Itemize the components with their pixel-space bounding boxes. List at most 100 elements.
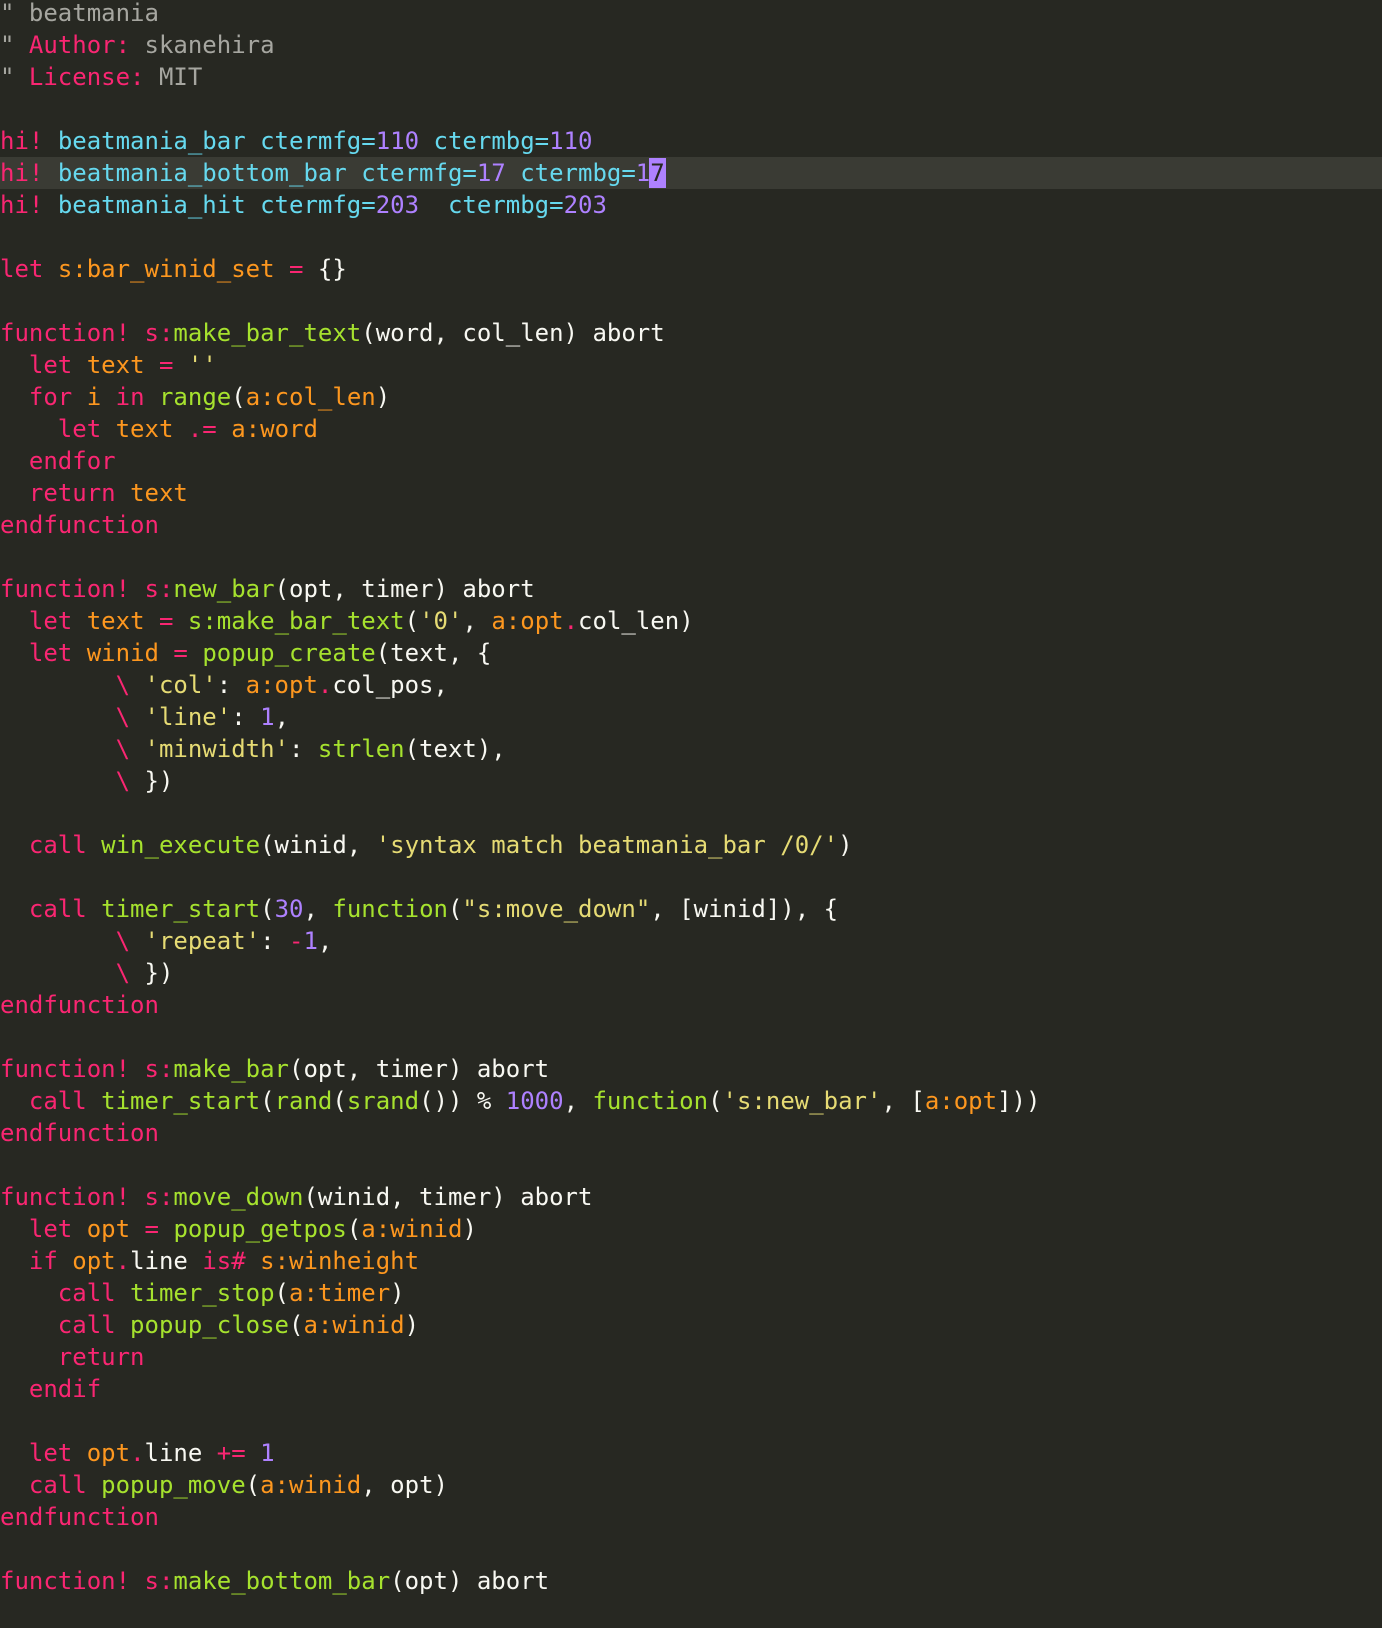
code-line[interactable]: let s:bar_winid_set = {}	[0, 253, 1382, 285]
code-token: s:	[144, 1183, 174, 1211]
code-line[interactable]: call timer_stop(a:timer)	[0, 1277, 1382, 1309]
code-line[interactable]	[0, 1149, 1382, 1181]
code-token: skanehira	[130, 31, 275, 59]
code-line[interactable]: call timer_start(30, function("s:move_do…	[0, 893, 1382, 925]
code-token: .	[115, 1247, 131, 1275]
code-token: ctermbg=	[505, 159, 636, 187]
code-line[interactable]	[0, 93, 1382, 125]
code-line[interactable]: \ })	[0, 765, 1382, 797]
code-line[interactable]	[0, 221, 1382, 253]
code-line[interactable]: endfunction	[0, 509, 1382, 541]
code-line[interactable]: if opt.line is# s:winheight	[0, 1245, 1382, 1277]
code-token: -	[289, 927, 304, 955]
code-line[interactable]: let winid = popup_create(text, {	[0, 637, 1382, 669]
code-token: Author:	[28, 31, 131, 59]
code-line[interactable]: function! s:make_bar_text(word, col_len)…	[0, 317, 1382, 349]
code-line[interactable]: endfunction	[0, 989, 1382, 1021]
code-line[interactable]	[0, 1021, 1382, 1053]
code-line[interactable]: endfor	[0, 445, 1382, 477]
code-line[interactable]: let text = ''	[0, 349, 1382, 381]
code-token: opt	[86, 1439, 131, 1467]
code-token: s:	[144, 1055, 174, 1083]
code-line[interactable]: call timer_start(rand(srand()) % 1000, f…	[0, 1085, 1382, 1117]
code-line[interactable]: let text .= a:word	[0, 413, 1382, 445]
code-line[interactable]	[0, 797, 1382, 829]
code-token: timer_start	[101, 1087, 261, 1115]
code-token: ()) %	[419, 1087, 506, 1115]
code-line[interactable]	[0, 541, 1382, 573]
code-token: make_bar	[173, 1055, 289, 1083]
code-token: a:opt	[245, 671, 318, 699]
code-line[interactable]: \ 'line': 1,	[0, 701, 1382, 733]
code-line[interactable]: let opt = popup_getpos(a:winid)	[0, 1213, 1382, 1245]
code-token: ,	[317, 927, 333, 955]
code-line[interactable]: hi! beatmania_hit ctermfg=203 ctermbg=20…	[0, 189, 1382, 221]
code-line[interactable]: call win_execute(winid, 'syntax match be…	[0, 829, 1382, 861]
code-line[interactable]	[0, 1533, 1382, 1565]
code-line[interactable]	[0, 861, 1382, 893]
code-token: a:timer	[289, 1279, 391, 1307]
code-token: if	[28, 1247, 58, 1275]
code-line[interactable]: endfunction	[0, 1501, 1382, 1533]
code-line[interactable]	[0, 1405, 1382, 1437]
code-token: .	[130, 1439, 145, 1467]
code-token: in	[115, 383, 145, 411]
code-token: :	[289, 735, 318, 763]
code-line[interactable]: " Author: skanehira	[0, 29, 1382, 61]
code-line[interactable]: " License: MIT	[0, 61, 1382, 93]
code-token: (	[260, 895, 275, 923]
code-line[interactable]: return	[0, 1341, 1382, 1373]
code-line[interactable]: return text	[0, 477, 1382, 509]
code-token: return	[28, 479, 116, 507]
code-line[interactable]: " beatmania	[0, 0, 1382, 29]
code-line[interactable]: function! s:move_down(winid, timer) abor…	[0, 1181, 1382, 1213]
code-token: )	[390, 1279, 405, 1307]
code-token: \	[115, 671, 131, 699]
code-line[interactable]: let text = s:make_bar_text('0', a:opt.co…	[0, 605, 1382, 637]
code-line[interactable]: endfunction	[0, 1117, 1382, 1149]
code-editor[interactable]: " beatmania " Author: skanehira " License:…	[0, 0, 1382, 1597]
code-token: make_bottom_bar	[173, 1567, 391, 1595]
code-line[interactable]: endif	[0, 1373, 1382, 1405]
code-line[interactable]: hi! beatmania_bottom_bar ctermfg=17 cter…	[0, 157, 1382, 189]
code-token: function!	[0, 575, 131, 603]
code-line[interactable]	[0, 285, 1382, 317]
code-token: timer_stop	[130, 1279, 275, 1307]
code-token: let	[28, 351, 73, 379]
code-line[interactable]: \ 'col': a:opt.col_pos,	[0, 669, 1382, 701]
code-token: (	[260, 1087, 275, 1115]
code-token: )	[838, 831, 853, 859]
code-line[interactable]: function! s:make_bottom_bar(opt) abort	[0, 1565, 1382, 1597]
code-token: beatmania_bottom_bar	[57, 159, 347, 187]
code-token: call	[28, 1471, 87, 1499]
code-line[interactable]: call popup_move(a:winid, opt)	[0, 1469, 1382, 1501]
code-line[interactable]: function! s:new_bar(opt, timer) abort	[0, 573, 1382, 605]
code-line[interactable]: \ 'minwidth': strlen(text),	[0, 733, 1382, 765]
code-line[interactable]: \ 'repeat': -1,	[0, 925, 1382, 957]
code-line[interactable]: hi! beatmania_bar ctermfg=110 ctermbg=11…	[0, 125, 1382, 157]
code-line[interactable]: call popup_close(a:winid)	[0, 1309, 1382, 1341]
code-token: 'syntax match beatmania_bar /0/'	[375, 831, 839, 859]
code-line[interactable]: for i in range(a:col_len)	[0, 381, 1382, 413]
code-line[interactable]: function! s:make_bar(opt, timer) abort	[0, 1053, 1382, 1085]
code-line[interactable]: let opt.line += 1	[0, 1437, 1382, 1469]
code-line[interactable]: \ })	[0, 957, 1382, 989]
code-token: \	[115, 767, 131, 795]
